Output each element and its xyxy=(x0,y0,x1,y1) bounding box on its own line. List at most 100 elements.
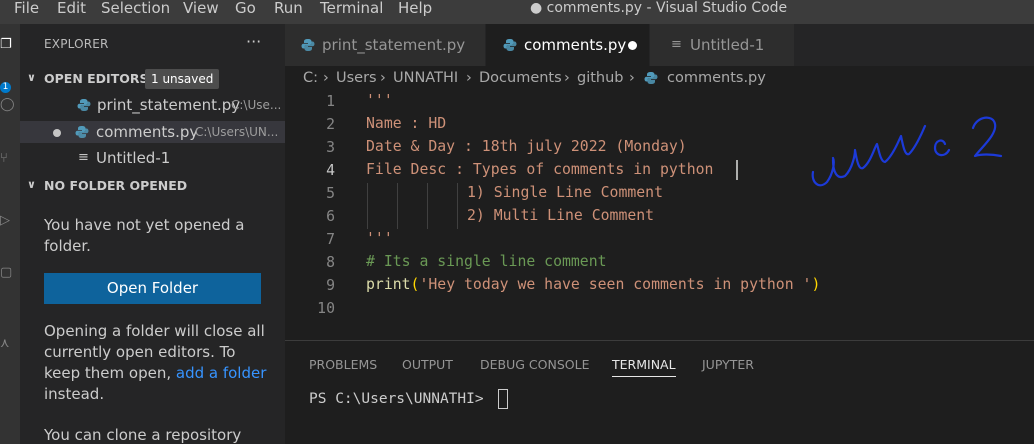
line-number: 10 xyxy=(317,300,335,317)
code-line: Date & Day : 18th july 2022 (Monday) xyxy=(366,138,687,155)
menu-help[interactable]: Help xyxy=(398,0,432,16)
breadcrumb-item[interactable]: Users xyxy=(336,66,377,90)
files-icon[interactable]: ❐ xyxy=(0,38,12,52)
open-editor-name: Untitled-1 xyxy=(96,149,171,167)
bottom-panel: PROBLEMS OUTPUT DEBUG CONSOLE TERMINAL J… xyxy=(285,340,1034,444)
clone-repository-text: You can clone a repository xyxy=(44,426,242,444)
code-line: # Its a single line comment xyxy=(366,253,607,270)
indent-guide xyxy=(457,183,458,229)
chevron-right-icon: › xyxy=(380,70,386,86)
chevron-right-icon: › xyxy=(466,70,472,86)
open-editor-path: C:\Use... xyxy=(231,98,282,112)
menu-run[interactable]: Run xyxy=(274,0,303,16)
breadcrumb-item[interactable]: comments.py xyxy=(667,66,766,90)
text-file-icon: ≡ xyxy=(671,37,682,52)
breadcrumb-item[interactable]: github xyxy=(577,66,624,90)
tab-label: Untitled-1 xyxy=(690,36,765,54)
menu-go[interactable]: Go xyxy=(235,0,256,16)
handwritten-annotation xyxy=(811,116,1003,187)
open-editor-item[interactable]: print_statement.py C:\Use... xyxy=(20,94,285,116)
unsaved-dot-icon[interactable] xyxy=(628,41,637,50)
indent-guide xyxy=(427,183,428,229)
window-title: ● comments.py - Visual Studio Code xyxy=(530,0,788,16)
line-number: 1 xyxy=(326,93,335,110)
menu-view[interactable]: View xyxy=(183,0,219,16)
unsaved-count-badge: 1 xyxy=(0,82,11,93)
chevron-right-icon: › xyxy=(323,70,329,86)
open-editors-header[interactable]: ∨ OPEN EDITORS 1 unsaved xyxy=(20,68,285,90)
code-editor[interactable]: 1 2 3 4 5 6 7 8 9 10 ''' Name : HD Date … xyxy=(285,90,1034,340)
indent-guide xyxy=(397,183,398,229)
text-file-icon: ≡ xyxy=(78,150,89,165)
more-actions-icon[interactable]: ··· xyxy=(246,32,261,51)
unsaved-dot-icon[interactable] xyxy=(53,129,61,137)
tab-terminal[interactable]: TERMINAL xyxy=(612,357,676,377)
tab-output[interactable]: OUTPUT xyxy=(402,357,453,377)
breadcrumb-item[interactable]: Documents xyxy=(479,66,562,90)
open-editor-name: comments.py xyxy=(96,123,199,141)
tab-untitled-1[interactable]: ≡ Untitled-1 xyxy=(650,24,794,66)
no-folder-message: You have not yet opened a folder. xyxy=(44,216,245,255)
tab-problems[interactable]: PROBLEMS xyxy=(309,357,377,377)
run-debug-icon[interactable]: ▷ xyxy=(0,214,12,228)
editor-tab-bar: print_statement.py comments.py ≡ Untitle… xyxy=(285,24,1034,66)
menu-bar: File Edit Selection View Go Run Terminal… xyxy=(0,0,1034,24)
line-number: 8 xyxy=(326,254,335,271)
line-number: 4 xyxy=(326,162,335,179)
menu-selection[interactable]: Selection xyxy=(101,0,170,16)
code-line: ''' xyxy=(366,92,393,109)
extensions-icon[interactable]: ▢ xyxy=(0,266,12,280)
open-editor-item[interactable]: ≡ Untitled-1 xyxy=(20,147,285,169)
open-editor-item[interactable]: comments.py C:\Users\UN... xyxy=(20,121,285,143)
no-folder-header[interactable]: ∨ NO FOLDER OPENED xyxy=(20,175,285,197)
tab-print-statement[interactable]: print_statement.py xyxy=(285,24,485,66)
python-icon xyxy=(503,39,517,51)
tab-label: comments.py xyxy=(524,36,627,54)
tab-debug-console[interactable]: DEBUG CONSOLE xyxy=(480,357,589,377)
line-number: 6 xyxy=(326,208,335,225)
open-editor-path: C:\Users\UN... xyxy=(195,125,279,139)
line-number: 9 xyxy=(326,277,335,294)
menu-file[interactable]: File xyxy=(14,0,39,16)
tab-label: print_statement.py xyxy=(322,36,466,54)
line-number: 3 xyxy=(326,139,335,156)
add-folder-link[interactable]: add a folder xyxy=(176,364,267,382)
text-cursor xyxy=(736,160,738,180)
terminal-prompt[interactable]: PS C:\Users\UNNATHI> xyxy=(309,388,492,410)
code-line: Name : HD xyxy=(366,115,447,132)
tab-jupyter[interactable]: JUPYTER xyxy=(702,357,754,377)
indent-guide xyxy=(367,183,368,229)
python-icon xyxy=(75,126,89,138)
code-line: 2) Multi Line Comment xyxy=(467,207,655,224)
line-number: 2 xyxy=(326,116,335,133)
activity-bar: ❐ 1 ◯ ⑂ ▷ ▢ ⋏ xyxy=(0,24,20,444)
python-icon xyxy=(301,39,315,51)
unsaved-badge: 1 unsaved xyxy=(145,69,220,89)
open-folder-note: Opening a folder will close all currentl… xyxy=(44,322,267,403)
open-editor-name: print_statement.py xyxy=(97,96,241,114)
chevron-down-icon: ∨ xyxy=(27,71,36,84)
code-line: File Desc : Types of comments in python xyxy=(366,161,723,178)
chevron-right-icon: › xyxy=(629,70,635,86)
line-number: 7 xyxy=(326,231,335,248)
breadcrumb-item[interactable]: UNNATHI xyxy=(393,66,458,90)
python-icon xyxy=(644,72,658,84)
python-icon xyxy=(77,99,91,111)
terminal-cursor xyxy=(498,389,508,409)
source-control-icon[interactable]: ⑂ xyxy=(0,152,12,166)
explorer-title: EXPLORER xyxy=(44,37,109,51)
chevron-right-icon: › xyxy=(564,70,570,86)
breadcrumb-item[interactable]: C: xyxy=(303,66,318,90)
code-line: ''' xyxy=(366,230,393,247)
menu-terminal[interactable]: Terminal xyxy=(320,0,383,16)
open-folder-button[interactable]: Open Folder xyxy=(44,273,261,304)
breadcrumb: C: › Users › UNNATHI › Documents › githu… xyxy=(285,66,1034,90)
remote-explorer-icon[interactable]: ⋏ xyxy=(0,337,12,351)
explorer-sidebar: EXPLORER ··· ∨ OPEN EDITORS 1 unsaved pr… xyxy=(20,24,285,444)
chevron-down-icon: ∨ xyxy=(27,178,36,191)
tab-comments[interactable]: comments.py xyxy=(486,24,649,66)
search-icon[interactable]: ◯ xyxy=(0,98,15,112)
code-line: 1) Single Line Comment xyxy=(467,184,663,201)
menu-edit[interactable]: Edit xyxy=(57,0,86,16)
line-number: 5 xyxy=(326,185,335,202)
